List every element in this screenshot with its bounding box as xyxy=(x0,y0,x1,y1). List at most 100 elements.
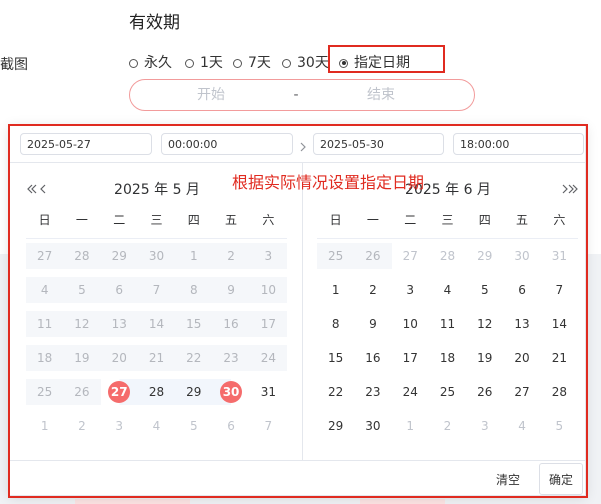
date-cell[interactable]: 29 xyxy=(466,239,503,273)
date-cell[interactable]: 12 xyxy=(466,307,503,341)
weekday-header: 六 xyxy=(553,213,566,227)
date-cell-background: 8 xyxy=(317,311,354,337)
date-cell-range-start[interactable]: 27 xyxy=(100,375,138,409)
date-number: 18 xyxy=(439,351,456,365)
date-cell: 15 xyxy=(175,307,213,341)
date-cell[interactable]: 26 xyxy=(466,375,503,409)
date-number: 12 xyxy=(74,317,90,331)
date-cell-background: 26 xyxy=(354,243,392,269)
date-cell[interactable]: 31 xyxy=(541,239,578,273)
confirm-button[interactable]: 确定 xyxy=(539,463,583,495)
date-number: 4 xyxy=(40,283,49,297)
date-cell[interactable]: 25 xyxy=(429,375,466,409)
double-right-icon[interactable] xyxy=(568,184,578,194)
date-number: 7 xyxy=(152,283,161,297)
date-cell[interactable]: 16 xyxy=(354,341,391,375)
date-cell[interactable]: 24 xyxy=(392,375,429,409)
date-cell[interactable]: 7 xyxy=(250,409,287,443)
date-cell[interactable]: 5 xyxy=(175,409,212,443)
date-cell[interactable]: 8 xyxy=(317,307,354,341)
date-number: 28 xyxy=(551,385,567,399)
date-cell-range-end[interactable]: 30 xyxy=(212,375,250,409)
range-separator: - xyxy=(293,87,299,103)
radio-circle xyxy=(129,58,138,68)
validity-option-7-days[interactable]: 7天 xyxy=(233,54,271,72)
date-cell[interactable]: 27 xyxy=(392,239,429,273)
validity-option-1-day[interactable]: 1天 xyxy=(185,54,223,72)
clear-button[interactable]: 清空 xyxy=(488,471,528,489)
end-time-input[interactable] xyxy=(453,133,584,155)
date-cell[interactable]: 1 xyxy=(26,409,63,443)
date-cell[interactable]: 28 xyxy=(137,375,176,409)
date-cell[interactable]: 10 xyxy=(392,307,429,341)
date-cell[interactable]: 20 xyxy=(503,341,540,375)
date-cell[interactable]: 2 xyxy=(63,409,100,443)
date-cell[interactable]: 17 xyxy=(392,341,429,375)
date-number: 25 xyxy=(328,249,344,263)
date-cell-background: 30 xyxy=(137,243,176,269)
date-cell[interactable]: 28 xyxy=(429,239,466,273)
date-cell[interactable]: 6 xyxy=(503,273,540,307)
date-cell[interactable]: 29 xyxy=(175,375,213,409)
date-cell: 21 xyxy=(137,341,176,375)
date-range-input[interactable]: - xyxy=(129,79,475,111)
left-date-grid: 27 28 29 30 1 2 3 4 5 6 7 8 9 10 11 12 13 14 15 16 17 18 19 20 2… xyxy=(26,239,287,443)
date-number: 14 xyxy=(551,317,567,331)
date-cell[interactable]: 2 xyxy=(354,273,391,307)
start-time-input[interactable] xyxy=(161,133,293,155)
date-cell[interactable]: 19 xyxy=(466,341,503,375)
date-cell[interactable]: 18 xyxy=(429,341,466,375)
date-number: 5 xyxy=(555,419,564,433)
start-date-input[interactable] xyxy=(20,133,152,155)
date-cell[interactable]: 2 xyxy=(429,409,466,443)
date-cell[interactable]: 9 xyxy=(354,307,391,341)
date-cell-background: 20 xyxy=(100,345,138,371)
date-cell[interactable]: 4 xyxy=(429,273,466,307)
date-number: 20 xyxy=(111,351,127,365)
date-number: 20 xyxy=(514,351,530,365)
date-cell[interactable]: 3 xyxy=(392,273,429,307)
date-number: 30 xyxy=(514,249,530,263)
date-number: 5 xyxy=(78,283,86,297)
date-cell[interactable]: 28 xyxy=(541,375,578,409)
date-cell[interactable]: 29 xyxy=(317,409,354,443)
date-cell[interactable]: 30 xyxy=(503,239,540,273)
date-cell[interactable]: 4 xyxy=(503,409,540,443)
date-cell[interactable]: 13 xyxy=(503,307,540,341)
date-cell[interactable]: 6 xyxy=(212,409,249,443)
date-cell[interactable]: 5 xyxy=(541,409,578,443)
date-number: 29 xyxy=(111,249,127,263)
validity-option-custom-date[interactable]: 指定日期 xyxy=(339,54,410,72)
date-cell[interactable]: 14 xyxy=(541,307,578,341)
date-cell[interactable]: 23 xyxy=(354,375,391,409)
date-cell[interactable]: 21 xyxy=(541,341,578,375)
date-cell[interactable]: 4 xyxy=(138,409,175,443)
date-cell-background: 2 xyxy=(63,413,100,439)
end-date-input[interactable] xyxy=(313,133,444,155)
range-start-input[interactable] xyxy=(176,86,246,104)
date-cell[interactable]: 3 xyxy=(466,409,503,443)
date-cell: 24 xyxy=(249,341,287,375)
date-cell[interactable]: 5 xyxy=(466,273,503,307)
chevron-left-icon[interactable] xyxy=(39,184,49,194)
date-cell[interactable]: 7 xyxy=(541,273,578,307)
date-cell[interactable]: 11 xyxy=(429,307,466,341)
date-cell[interactable]: 1 xyxy=(392,409,429,443)
date-number: 9 xyxy=(227,283,235,297)
date-cell[interactable]: 15 xyxy=(317,341,354,375)
date-cell-background: 1 xyxy=(26,413,63,439)
date-cell[interactable]: 22 xyxy=(317,375,354,409)
date-cell[interactable]: 27 xyxy=(503,375,540,409)
date-cell[interactable]: 1 xyxy=(317,273,354,307)
range-end-input[interactable] xyxy=(346,86,416,104)
validity-option-permanent[interactable]: 永久 xyxy=(129,54,172,72)
date-cell: 20 xyxy=(100,341,138,375)
validity-option-30-days[interactable]: 30天 xyxy=(282,54,329,72)
date-cell[interactable]: 30 xyxy=(354,409,391,443)
date-cell[interactable]: 31 xyxy=(250,375,287,409)
date-number: 3 xyxy=(480,419,489,433)
date-cell-background: 6 xyxy=(100,277,138,303)
date-cell[interactable]: 3 xyxy=(101,409,138,443)
date-cell-background: 5 xyxy=(466,277,503,303)
double-left-icon[interactable] xyxy=(27,184,37,194)
